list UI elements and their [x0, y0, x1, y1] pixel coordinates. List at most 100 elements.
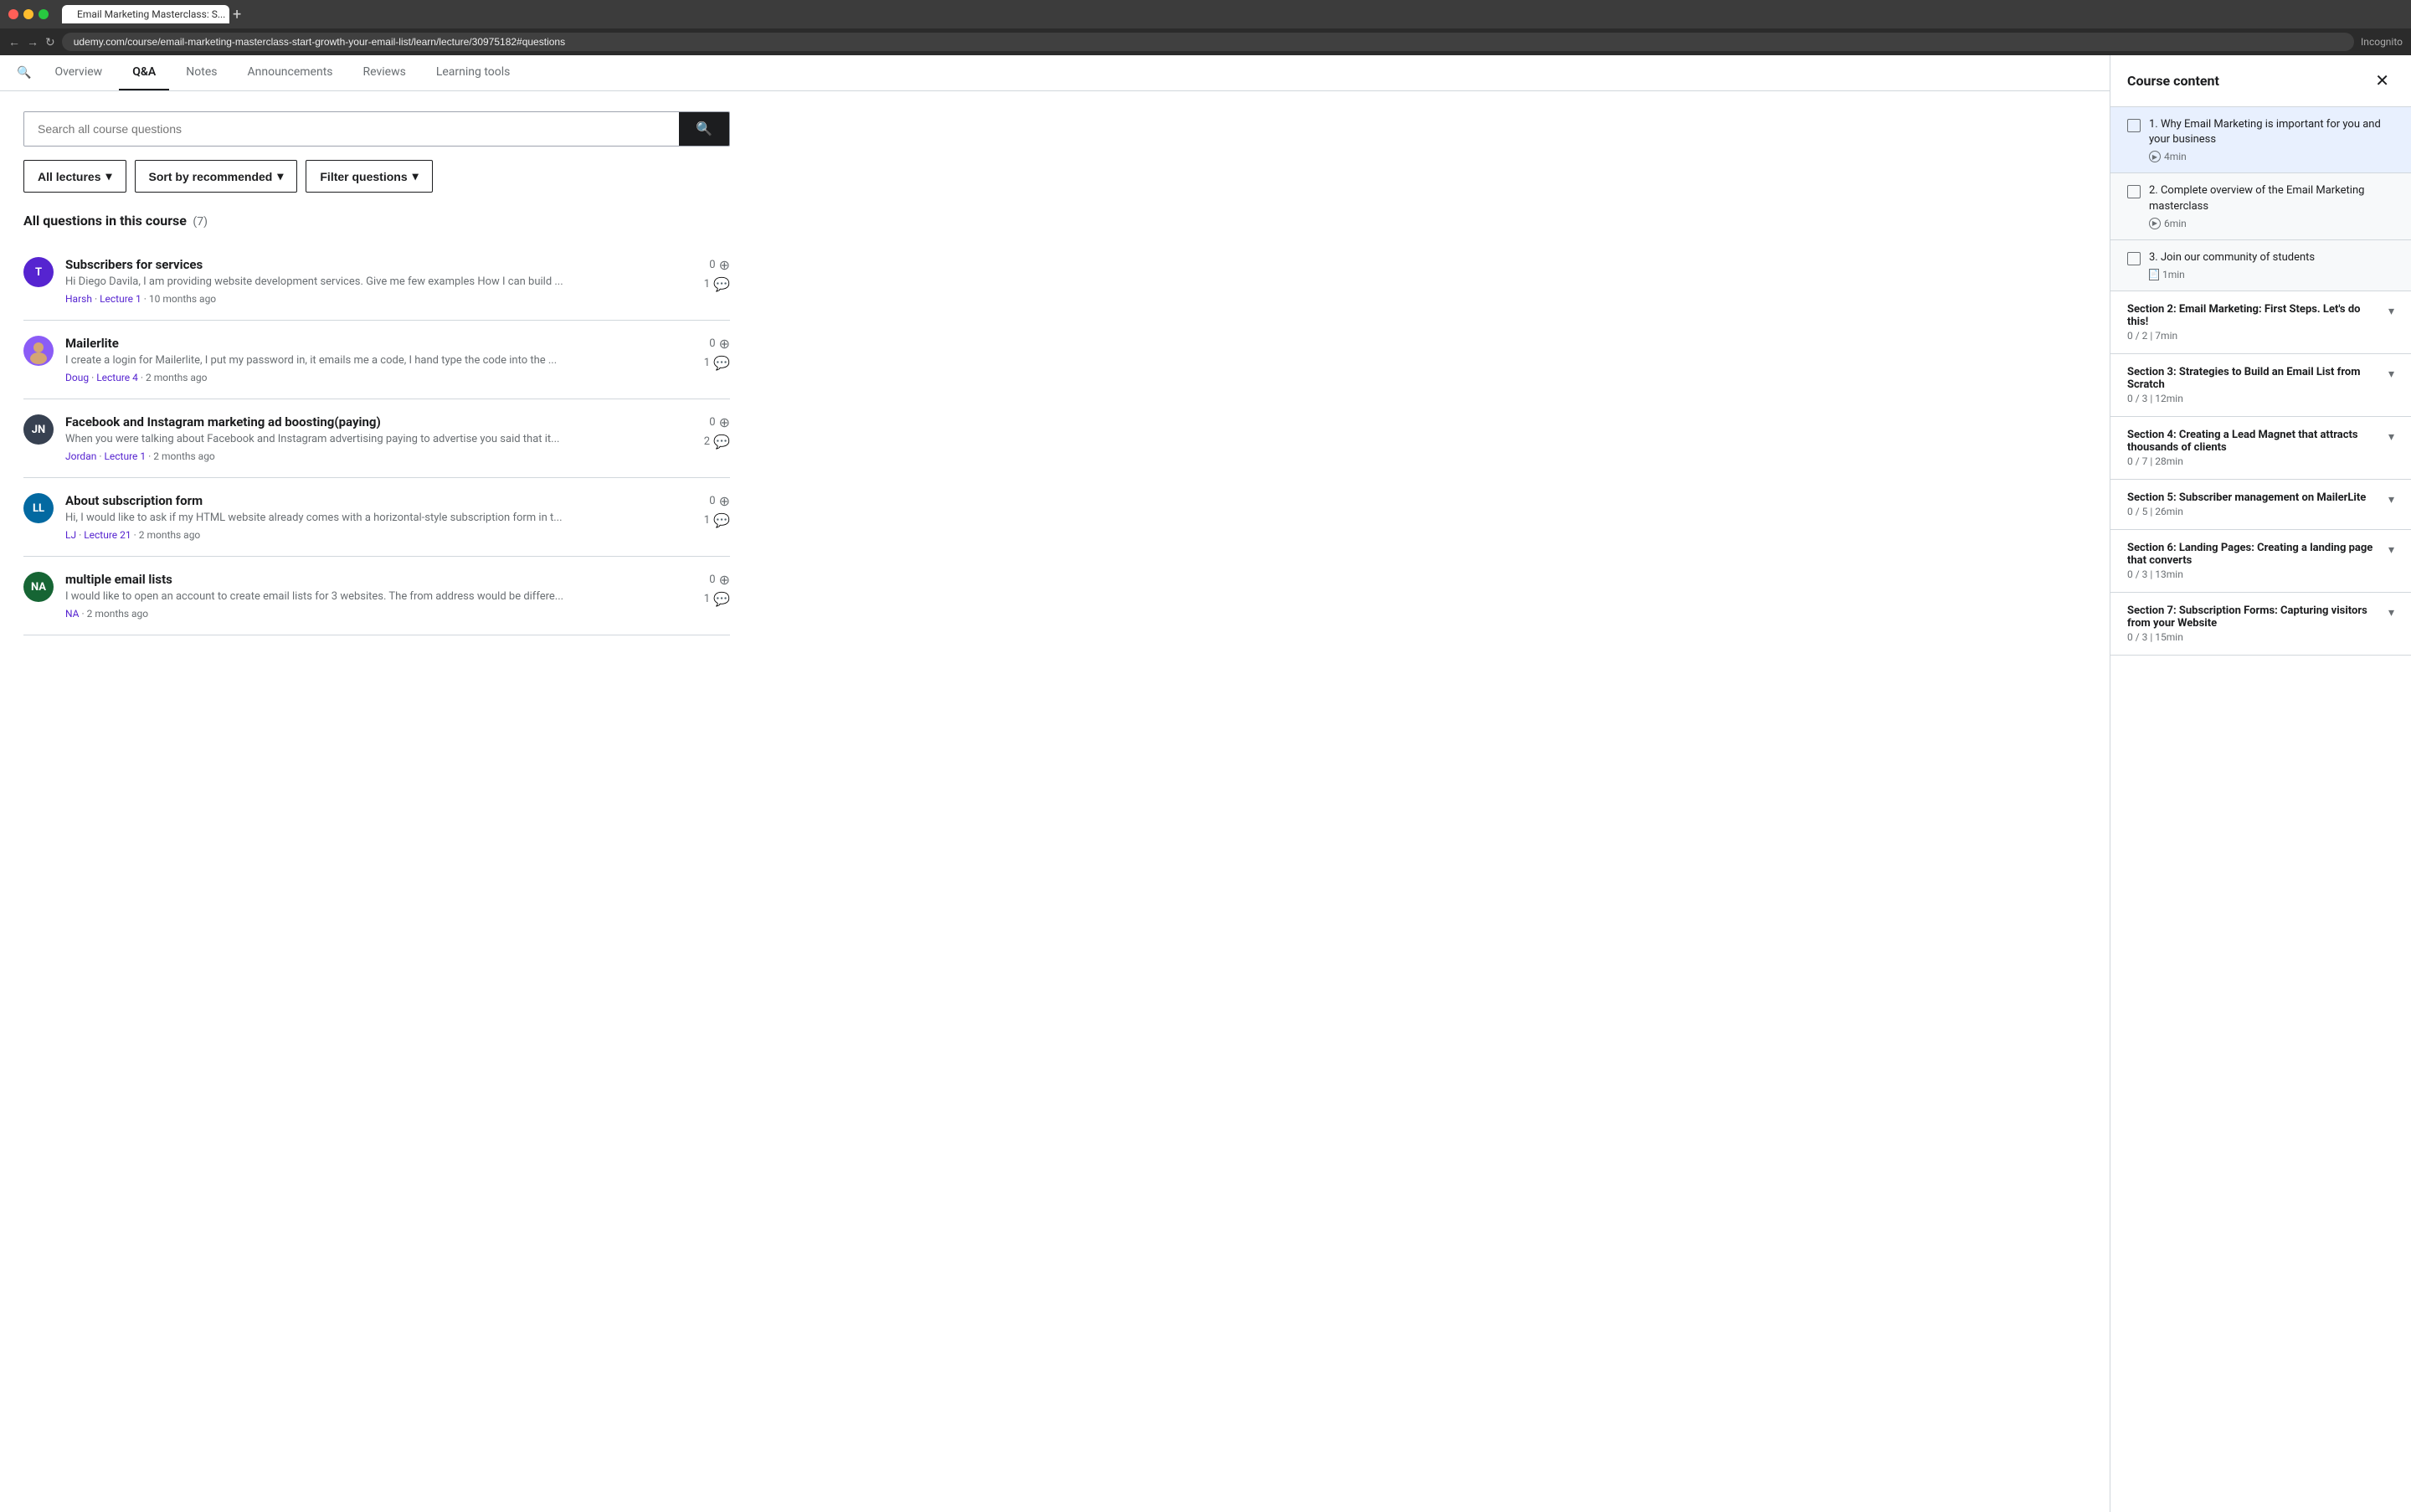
lecture-item[interactable]: 3. Join our community of students 📄 1min — [2110, 240, 2411, 291]
avatar-photo — [23, 336, 54, 366]
lecture-checkbox[interactable] — [2127, 119, 2141, 132]
forward-button[interactable]: → — [27, 35, 39, 49]
avatar-initials: LL — [33, 502, 44, 515]
lecture-item[interactable]: 1. Why Email Marketing is important for … — [2110, 107, 2411, 173]
chevron-down-icon: ▾ — [2388, 493, 2394, 507]
url-input[interactable] — [62, 33, 2354, 51]
reply-icon: 💬 — [713, 512, 730, 528]
section-item[interactable]: Section 3: Strategies to Build an Email … — [2110, 354, 2411, 417]
question-title[interactable]: Mailerlite — [65, 336, 676, 351]
section-info: Section 5: Subscriber management on Mail… — [2127, 491, 2372, 517]
browser-chrome: Email Marketing Masterclass: S... ✕ + — [0, 0, 2411, 28]
question-body: multiple email lists I would like to ope… — [65, 572, 676, 620]
section-item[interactable]: Section 5: Subscriber management on Mail… — [2110, 480, 2411, 530]
reply-icon: 💬 — [713, 434, 730, 450]
sidebar-header: Course content ✕ — [2110, 55, 2411, 107]
main-layout: 🔍 Overview Q&A Notes Announcements Revie… — [0, 55, 2411, 1512]
upvote-button[interactable]: ⊕ — [719, 257, 730, 273]
active-tab[interactable]: Email Marketing Masterclass: S... ✕ — [62, 5, 229, 23]
reply-count: 2 — [704, 435, 710, 448]
question-author-link[interactable]: Doug — [65, 372, 89, 383]
question-card: Mailerlite I create a login for Mailerli… — [23, 321, 730, 399]
sidebar-title: Course content — [2127, 73, 2219, 89]
lecture-duration: 📄 1min — [2149, 269, 2394, 280]
minimize-traffic-light[interactable] — [23, 9, 33, 19]
question-title[interactable]: multiple email lists — [65, 572, 676, 587]
search-input[interactable] — [24, 112, 679, 146]
question-author-link[interactable]: Harsh — [65, 293, 92, 305]
question-body: Mailerlite I create a login for Mailerli… — [65, 336, 676, 383]
section-title: All questions in this course — [23, 213, 187, 229]
lecture-checkbox[interactable] — [2127, 252, 2141, 265]
search-button[interactable]: 🔍 — [679, 112, 729, 146]
tab-overview[interactable]: Overview — [41, 55, 116, 90]
lecture-checkbox[interactable] — [2127, 185, 2141, 198]
question-lecture-link[interactable]: Lecture 21 — [84, 529, 131, 541]
question-author-link[interactable]: NA — [65, 608, 80, 620]
question-author-link[interactable]: LJ — [65, 529, 76, 541]
all-lectures-label: All lectures — [38, 170, 100, 183]
section-item[interactable]: Section 4: Creating a Lead Magnet that a… — [2110, 417, 2411, 480]
question-meta: Harsh · Lecture 1 · 10 months ago — [65, 293, 676, 305]
tab-reviews[interactable]: Reviews — [350, 55, 419, 90]
question-lecture-link[interactable]: Lecture 1 — [100, 293, 141, 305]
section-item-meta: 0 / 3 | 13min — [2127, 568, 2388, 580]
lecture-item[interactable]: 2. Complete overview of the Email Market… — [2110, 173, 2411, 239]
section-info: Section 4: Creating a Lead Magnet that a… — [2127, 429, 2388, 467]
avatar: NA — [23, 572, 54, 602]
question-actions: 0 ⊕ 1 💬 — [688, 257, 730, 292]
question-preview: Hi, I would like to ask if my HTML websi… — [65, 512, 676, 524]
section-item[interactable]: Section 7: Subscription Forms: Capturing… — [2110, 593, 2411, 656]
question-actions: 0 ⊕ 2 💬 — [688, 414, 730, 450]
lecture-title: 1. Why Email Marketing is important for … — [2149, 117, 2394, 147]
browser-controls: Incognito — [2361, 36, 2403, 48]
question-title[interactable]: About subscription form — [65, 493, 676, 508]
close-sidebar-button[interactable]: ✕ — [2370, 69, 2394, 93]
upvote-button[interactable]: ⊕ — [719, 336, 730, 352]
course-content-sidebar: Course content ✕ 1. Why Email Marketing … — [2110, 55, 2411, 1512]
filter-questions-btn[interactable]: Filter questions ▾ — [306, 160, 432, 193]
vote-count: 0 — [709, 337, 715, 350]
incognito-label: Incognito — [2361, 36, 2403, 48]
upvote-button[interactable]: ⊕ — [719, 414, 730, 430]
close-traffic-light[interactable] — [8, 9, 18, 19]
question-lecture-link[interactable]: Lecture 1 — [104, 450, 146, 462]
tab-notes[interactable]: Notes — [172, 55, 230, 90]
question-title[interactable]: Facebook and Instagram marketing ad boos… — [65, 414, 676, 429]
avatar: T — [23, 257, 54, 287]
all-lectures-filter[interactable]: All lectures ▾ — [23, 160, 126, 193]
avatar-initials: JN — [32, 424, 45, 436]
question-preview: When you were talking about Facebook and… — [65, 433, 676, 445]
lecture-info: 2. Complete overview of the Email Market… — [2149, 183, 2394, 229]
question-preview: I would like to open an account to creat… — [65, 590, 676, 603]
vote-row: 0 ⊕ — [709, 493, 730, 509]
back-button[interactable]: ← — [8, 35, 20, 49]
question-author-link[interactable]: Jordan — [65, 450, 96, 462]
sort-chevron: ▾ — [277, 169, 283, 183]
filter-row: All lectures ▾ Sort by recommended ▾ Fil… — [23, 160, 730, 193]
duration-text: 1min — [2162, 269, 2185, 280]
question-time-ago: 2 months ago — [153, 450, 215, 462]
question-count: (7) — [193, 215, 208, 229]
search-icon: 🔍 — [17, 66, 31, 80]
sort-filter[interactable]: Sort by recommended ▾ — [135, 160, 298, 193]
question-lecture-link[interactable]: Lecture 4 — [96, 372, 138, 383]
nav-tabs: 🔍 Overview Q&A Notes Announcements Revie… — [0, 55, 2110, 91]
question-title[interactable]: Subscribers for services — [65, 257, 676, 272]
upvote-button[interactable]: ⊕ — [719, 493, 730, 509]
tab-learning-tools[interactable]: Learning tools — [423, 55, 524, 90]
question-time-ago: 2 months ago — [139, 529, 201, 541]
section-item[interactable]: Section 6: Landing Pages: Creating a lan… — [2110, 530, 2411, 593]
lecture-duration: ▶ 6min — [2149, 218, 2394, 229]
tab-qa[interactable]: Q&A — [119, 55, 169, 90]
upvote-button[interactable]: ⊕ — [719, 572, 730, 588]
section-item[interactable]: Section 2: Email Marketing: First Steps.… — [2110, 291, 2411, 354]
questions-list: T Subscribers for services Hi Diego Davi… — [23, 242, 730, 635]
question-card: T Subscribers for services Hi Diego Davi… — [23, 242, 730, 321]
fullscreen-traffic-light[interactable] — [39, 9, 49, 19]
reload-button[interactable]: ↻ — [45, 35, 55, 49]
section-item-meta: 0 / 2 | 7min — [2127, 330, 2388, 342]
new-tab-button[interactable]: + — [233, 6, 241, 23]
tab-announcements[interactable]: Announcements — [234, 55, 346, 90]
section-item-meta: 0 / 5 | 26min — [2127, 506, 2372, 517]
